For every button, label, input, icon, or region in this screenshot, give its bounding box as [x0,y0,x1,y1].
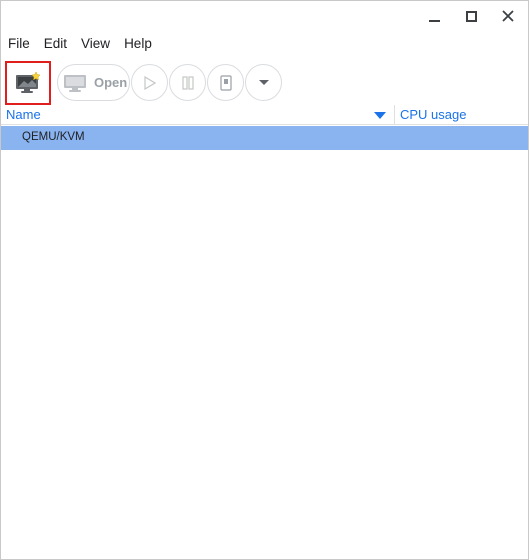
close-button[interactable] [496,5,520,27]
maximize-icon [465,10,477,22]
title-bar [1,1,528,31]
maximize-button[interactable] [459,5,483,27]
run-button[interactable] [131,64,168,101]
column-divider[interactable] [394,105,395,125]
new-vm-monitor-icon [16,71,41,93]
new-vm-button[interactable] [5,61,51,105]
chevron-down-icon [258,79,269,85]
column-name-header[interactable]: Name [6,107,41,122]
column-cpu-header[interactable]: CPU usage [400,107,466,122]
connection-name: QEMU/KVM [22,131,85,143]
toolbar: Open [1,59,528,105]
shutdown-icon [219,74,232,91]
shutdown-button[interactable] [207,64,244,101]
minimize-button[interactable] [422,5,446,27]
menu-help[interactable]: Help [124,33,152,55]
menu-bar: File Edit View Help [1,33,159,55]
menu-edit[interactable]: Edit [44,33,67,55]
pause-icon [181,75,194,90]
sort-descending-icon[interactable] [374,112,386,119]
app-window: File Edit View Help Open Name CPU usage … [0,0,529,560]
monitor-icon [64,74,86,92]
close-icon [502,10,514,22]
play-icon [143,75,156,90]
open-button[interactable]: Open [57,64,130,101]
table-row[interactable]: QEMU/KVM [1,126,528,150]
open-label: Open [94,75,128,90]
shutdown-menu-button[interactable] [245,64,282,101]
menu-view[interactable]: View [81,33,110,55]
pause-button[interactable] [169,64,206,101]
menu-file[interactable]: File [8,33,30,55]
column-header: Name CPU usage [1,105,528,125]
minimize-icon [428,20,440,22]
